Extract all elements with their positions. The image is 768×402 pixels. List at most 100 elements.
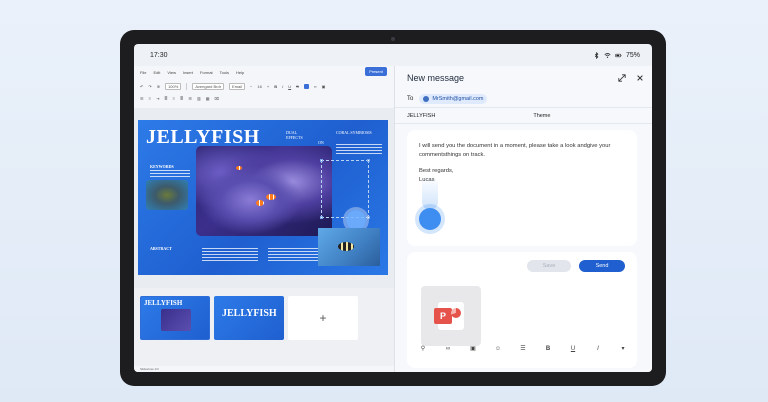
font-style-select[interactable]: Email xyxy=(229,82,246,90)
slide-subtitle-coral: CORAL SYMBIOSIS xyxy=(336,130,372,135)
align-right-icon[interactable]: ≣ xyxy=(180,96,183,101)
recipient-row[interactable]: To MrSmith@gmail.com xyxy=(395,90,652,108)
theme-label[interactable]: Theme xyxy=(533,113,550,119)
signature-name: Lucas xyxy=(419,176,625,185)
save-button[interactable]: Save xyxy=(527,260,571,272)
strikethrough-icon[interactable]: S xyxy=(296,84,299,89)
underline-icon[interactable]: U xyxy=(288,84,291,89)
subtitle-paragraph xyxy=(336,144,382,154)
add-slide-button[interactable]: + xyxy=(288,296,358,340)
thumbnail-slide-1[interactable]: JELLYFISH xyxy=(140,296,210,340)
recipient-chip[interactable]: MrSmith@gmail.com xyxy=(419,93,488,104)
bold-icon[interactable]: B xyxy=(274,84,277,89)
clear-format-icon[interactable]: ⌧ xyxy=(215,96,220,101)
italic-icon[interactable]: I xyxy=(282,84,283,89)
screen: 17:30 75% File Edit View Insert Format T… xyxy=(134,44,652,372)
slide-keywords-heading: KEYWORDS xyxy=(150,164,174,169)
bullet-list-icon[interactable]: ☰ xyxy=(140,96,144,101)
current-slide[interactable]: JELLYFISH DUAL EFFECTS ON CORAL SYMBIOSI… xyxy=(138,120,388,275)
camera-dot xyxy=(391,37,395,41)
slide-abstract-heading: ABSTRACT xyxy=(150,246,172,251)
align-left-icon[interactable]: ≣ xyxy=(164,96,167,101)
resize-handle[interactable] xyxy=(320,159,323,162)
menu-help[interactable]: Help xyxy=(236,70,244,75)
menu-insert[interactable]: Insert xyxy=(183,70,193,75)
redo-icon[interactable]: ↷ xyxy=(148,84,151,89)
thumbnail-image xyxy=(161,309,191,331)
columns-icon[interactable]: ▥ xyxy=(197,96,201,101)
subject-row[interactable]: JELLYFISH Theme xyxy=(395,108,652,124)
menu-bar: File Edit View Insert Format Tools Help … xyxy=(134,66,394,78)
abstract-paragraph-2 xyxy=(268,248,318,262)
present-button[interactable]: Present xyxy=(365,67,387,76)
link-icon[interactable]: ∞ xyxy=(444,346,452,352)
ppt-attachment[interactable]: P xyxy=(421,286,481,346)
compose-header: New message xyxy=(395,66,652,90)
status-icons: 75% xyxy=(593,51,640,59)
attach-icon[interactable]: ⚲ xyxy=(419,345,427,352)
font-select[interactable]: Avengard Brdr xyxy=(192,82,225,90)
undo-icon[interactable]: ↶ xyxy=(140,84,143,89)
link-icon[interactable]: ∞ xyxy=(314,84,317,89)
status-bar: 17:30 75% xyxy=(134,44,652,66)
underline-icon[interactable]: U xyxy=(569,346,577,352)
battery-level: 75% xyxy=(625,51,640,59)
clownfish-3 xyxy=(236,166,242,170)
menu-format[interactable]: Format xyxy=(200,70,213,75)
close-icon[interactable] xyxy=(636,74,644,82)
justify-icon[interactable]: ☰ xyxy=(188,96,192,101)
tablet-frame: 17:30 75% File Edit View Insert Format T… xyxy=(120,30,666,386)
bluetooth-icon xyxy=(594,51,599,59)
selection-box[interactable] xyxy=(320,159,370,219)
compose-panel: New message To MrSmith@gmail.com JELLYFI… xyxy=(394,66,652,372)
more-options-icon[interactable]: ▾ xyxy=(619,345,627,352)
image-icon[interactable]: ▣ xyxy=(322,84,326,89)
to-label: To xyxy=(407,95,414,102)
indent-icon[interactable]: ⇥ xyxy=(156,96,159,101)
compose-title: New message xyxy=(407,73,465,83)
menu-file[interactable]: File xyxy=(140,70,146,75)
align-center-icon[interactable]: ≡ xyxy=(173,96,175,101)
tropical-fish-image[interactable] xyxy=(318,228,380,266)
increase-size-icon[interactable]: + xyxy=(267,84,269,89)
emoji-icon[interactable]: ☺ xyxy=(494,346,502,352)
expand-icon[interactable] xyxy=(618,74,626,82)
resize-handle[interactable] xyxy=(367,216,370,219)
message-body[interactable]: I will send you the document in a moment… xyxy=(407,130,637,246)
zoom-select[interactable]: 100% xyxy=(165,82,182,90)
send-button[interactable]: Send xyxy=(579,260,625,272)
resize-handle[interactable] xyxy=(320,216,323,219)
moorish-idol-fish xyxy=(338,242,354,251)
bold-icon[interactable]: B xyxy=(544,346,552,352)
thumbnail-slide-2[interactable]: JELLYFISH xyxy=(214,296,284,340)
zoom-icon[interactable]: ⊕ xyxy=(157,84,160,89)
menu-view[interactable]: View xyxy=(167,70,176,75)
recipient-email: MrSmith@gmail.com xyxy=(432,95,484,102)
list-icon[interactable]: ☰ xyxy=(519,345,527,352)
powerpoint-icon: P xyxy=(434,302,464,330)
formatting-toolbar: ↶ ↷ ⊕ 100% Avengard Brdr Email − 16 + B … xyxy=(134,78,394,106)
wifi-icon xyxy=(604,52,611,58)
thumbnail-title: JELLYFISH xyxy=(144,299,183,307)
menu-tools[interactable]: Tools xyxy=(220,70,229,75)
turtle-image[interactable] xyxy=(146,180,188,210)
header-icons xyxy=(618,74,644,82)
italic-icon[interactable]: I xyxy=(594,346,602,352)
decrease-size-icon[interactable]: − xyxy=(250,84,252,89)
slide-canvas[interactable]: JELLYFISH DUAL EFFECTS ON CORAL SYMBIOSI… xyxy=(134,108,394,288)
table-icon[interactable]: ▦ xyxy=(206,96,210,101)
anemone-image[interactable] xyxy=(196,146,332,236)
text-color-icon[interactable] xyxy=(303,83,309,89)
compose-format-toolbar: ⚲ ∞ ▣ ☺ ☰ B U I ▾ xyxy=(419,345,627,353)
battery-icon xyxy=(615,53,622,57)
touch-indicator xyxy=(419,208,441,230)
numbered-list-icon[interactable]: ≡ xyxy=(149,96,151,101)
body-text: I will send you the document in a moment… xyxy=(419,143,611,158)
resize-handle[interactable] xyxy=(367,159,370,162)
powerpoint-p-glyph: P xyxy=(434,308,452,324)
menu-edit[interactable]: Edit xyxy=(153,70,160,75)
image-icon[interactable]: ▣ xyxy=(469,345,477,352)
font-size-value[interactable]: 16 xyxy=(257,84,261,89)
powerpoint-pie-glyph xyxy=(451,308,461,318)
clownfish-1 xyxy=(266,194,276,200)
